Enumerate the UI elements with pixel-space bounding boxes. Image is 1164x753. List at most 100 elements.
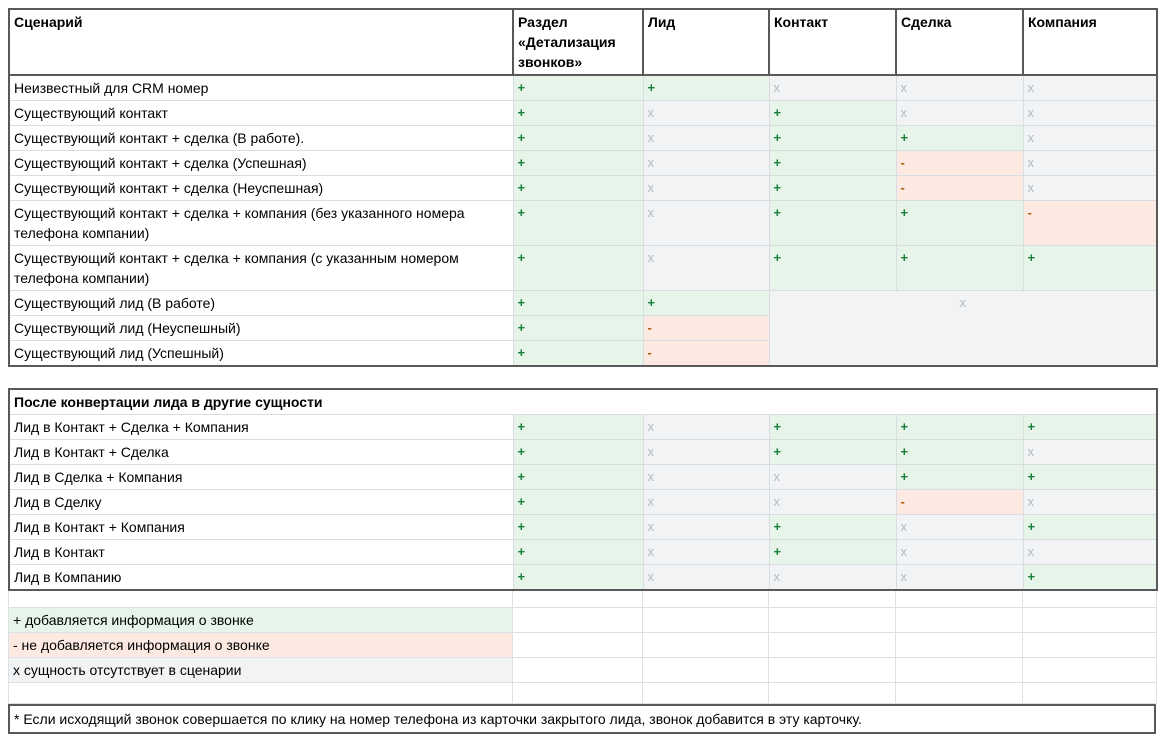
empty-cell bbox=[513, 632, 643, 657]
table-row: Существующий контакт + сделка (Успешная)… bbox=[9, 151, 1157, 176]
mark-cell-minus: - bbox=[896, 490, 1023, 515]
mark-cell-absent: x bbox=[1023, 440, 1157, 465]
scenario-matrix-table: Сценарий Раздел «Детализация звонков» Ли… bbox=[8, 8, 1158, 367]
empty-cell bbox=[513, 657, 643, 682]
table-row: Лид в Контакт + Сделка + Компания+x+++ bbox=[9, 415, 1157, 440]
mark-cell-plus: + bbox=[896, 201, 1023, 246]
merged-absent-cell: x bbox=[769, 291, 1157, 367]
mark-cell-plus: + bbox=[1023, 465, 1157, 490]
mark-cell-plus: + bbox=[769, 515, 896, 540]
empty-cell bbox=[513, 591, 643, 607]
lead-conversion-table: После конвертации лида в другие сущности… bbox=[8, 388, 1158, 591]
row-label: Лид в Компанию bbox=[9, 565, 513, 591]
empty-cell bbox=[769, 591, 896, 607]
empty-cell bbox=[1023, 657, 1157, 682]
table-row: Лид в Контакт + Сделка+x++x bbox=[9, 440, 1157, 465]
mark-cell-absent: x bbox=[896, 565, 1023, 591]
empty-cell bbox=[513, 607, 643, 632]
column-header-deal: Сделка bbox=[896, 9, 1023, 75]
mark-cell-plus: + bbox=[513, 151, 643, 176]
mark-cell-minus: - bbox=[896, 176, 1023, 201]
section-title-row: После конвертации лида в другие сущности bbox=[9, 389, 1157, 415]
mark-cell-plus: + bbox=[643, 75, 769, 101]
table-row: Неизвестный для CRM номер++xxx bbox=[9, 75, 1157, 101]
mark-cell-absent: x bbox=[643, 490, 769, 515]
empty-cell bbox=[896, 632, 1023, 657]
mark-cell-absent: x bbox=[643, 126, 769, 151]
mark-cell-absent: x bbox=[643, 465, 769, 490]
mark-cell-plus: + bbox=[513, 101, 643, 126]
mark-cell-plus: + bbox=[1023, 246, 1157, 291]
empty-cell bbox=[896, 657, 1023, 682]
legend-row-x: x сущность отсутствует в сценарии bbox=[9, 657, 1157, 682]
mark-cell-absent: x bbox=[1023, 101, 1157, 126]
row-label: Существующий контакт + сделка (В работе)… bbox=[9, 126, 513, 151]
mark-cell-plus: + bbox=[769, 415, 896, 440]
mark-cell-absent: x bbox=[769, 565, 896, 591]
row-label: Существующий контакт bbox=[9, 101, 513, 126]
mark-cell-plus: + bbox=[513, 565, 643, 591]
empty-cell bbox=[9, 591, 513, 607]
row-label: Существующий лид (Успешный) bbox=[9, 341, 513, 367]
mark-cell-absent: x bbox=[769, 465, 896, 490]
mark-cell-absent: x bbox=[769, 490, 896, 515]
mark-cell-plus: + bbox=[896, 440, 1023, 465]
column-header-contact: Контакт bbox=[769, 9, 896, 75]
empty-cell bbox=[769, 632, 896, 657]
legend-item-x: x сущность отсутствует в сценарии bbox=[9, 657, 513, 682]
row-label: Существующий лид (В работе) bbox=[9, 291, 513, 316]
mark-cell-plus: + bbox=[513, 540, 643, 565]
column-header-company: Компания bbox=[1023, 9, 1157, 75]
empty-cell bbox=[769, 682, 896, 703]
mark-cell-plus: + bbox=[513, 126, 643, 151]
mark-cell-absent: x bbox=[643, 540, 769, 565]
row-label: Лид в Контакт bbox=[9, 540, 513, 565]
spreadsheet-area: Сценарий Раздел «Детализация звонков» Ли… bbox=[8, 8, 1156, 734]
mark-cell-absent: x bbox=[896, 75, 1023, 101]
column-header-call-details: Раздел «Детализация звонков» bbox=[513, 9, 643, 75]
table-row: Существующий контакт + сделка (В работе)… bbox=[9, 126, 1157, 151]
section-gap bbox=[8, 367, 1156, 388]
table-row: Лид в Контакт+x+xx bbox=[9, 540, 1157, 565]
table-row: Лид в Компанию+xxx+ bbox=[9, 565, 1157, 591]
mark-cell-absent: x bbox=[896, 515, 1023, 540]
mark-cell-plus: + bbox=[896, 415, 1023, 440]
row-label: Существующий лид (Неуспешный) bbox=[9, 316, 513, 341]
empty-cell bbox=[643, 607, 769, 632]
mark-cell-plus: + bbox=[769, 151, 896, 176]
empty-cell bbox=[896, 682, 1023, 703]
mark-cell-plus: + bbox=[896, 126, 1023, 151]
legend-row-plus: + добавляется информация о звонке bbox=[9, 607, 1157, 632]
empty-row bbox=[9, 682, 1157, 703]
mark-cell-absent: x bbox=[1023, 75, 1157, 101]
empty-cell bbox=[643, 632, 769, 657]
table-row: Лид в Сделка + Компания+xx++ bbox=[9, 465, 1157, 490]
mark-cell-absent: x bbox=[896, 101, 1023, 126]
mark-cell-absent: x bbox=[643, 101, 769, 126]
mark-cell-absent: x bbox=[769, 75, 896, 101]
mark-cell-plus: + bbox=[769, 440, 896, 465]
mark-cell-plus: + bbox=[643, 291, 769, 316]
mark-cell-absent: x bbox=[1023, 176, 1157, 201]
footnote: * Если исходящий звонок совершается по к… bbox=[8, 704, 1156, 734]
table-row: Существующий контакт + сделка + компания… bbox=[9, 201, 1157, 246]
empty-cell bbox=[769, 657, 896, 682]
empty-cell bbox=[769, 607, 896, 632]
mark-cell-plus: + bbox=[513, 316, 643, 341]
header-row: Сценарий Раздел «Детализация звонков» Ли… bbox=[9, 9, 1157, 75]
mark-cell-absent: x bbox=[643, 151, 769, 176]
row-label: Существующий контакт + сделка (Неуспешна… bbox=[9, 176, 513, 201]
empty-cell bbox=[9, 682, 513, 703]
legend-row-minus: - не добавляется информация о звонке bbox=[9, 632, 1157, 657]
mark-cell-plus: + bbox=[1023, 565, 1157, 591]
mark-cell-plus: + bbox=[513, 415, 643, 440]
table-row: Существующий контакт + сделка + компания… bbox=[9, 246, 1157, 291]
mark-cell-absent: x bbox=[643, 201, 769, 246]
mark-cell-plus: + bbox=[896, 246, 1023, 291]
mark-cell-absent: x bbox=[643, 565, 769, 591]
mark-cell-plus: + bbox=[513, 246, 643, 291]
legend-item-minus: - не добавляется информация о звонке bbox=[9, 632, 513, 657]
row-label: Лид в Сделка + Компания bbox=[9, 465, 513, 490]
row-label: Существующий контакт + сделка (Успешная) bbox=[9, 151, 513, 176]
mark-cell-absent: x bbox=[1023, 490, 1157, 515]
